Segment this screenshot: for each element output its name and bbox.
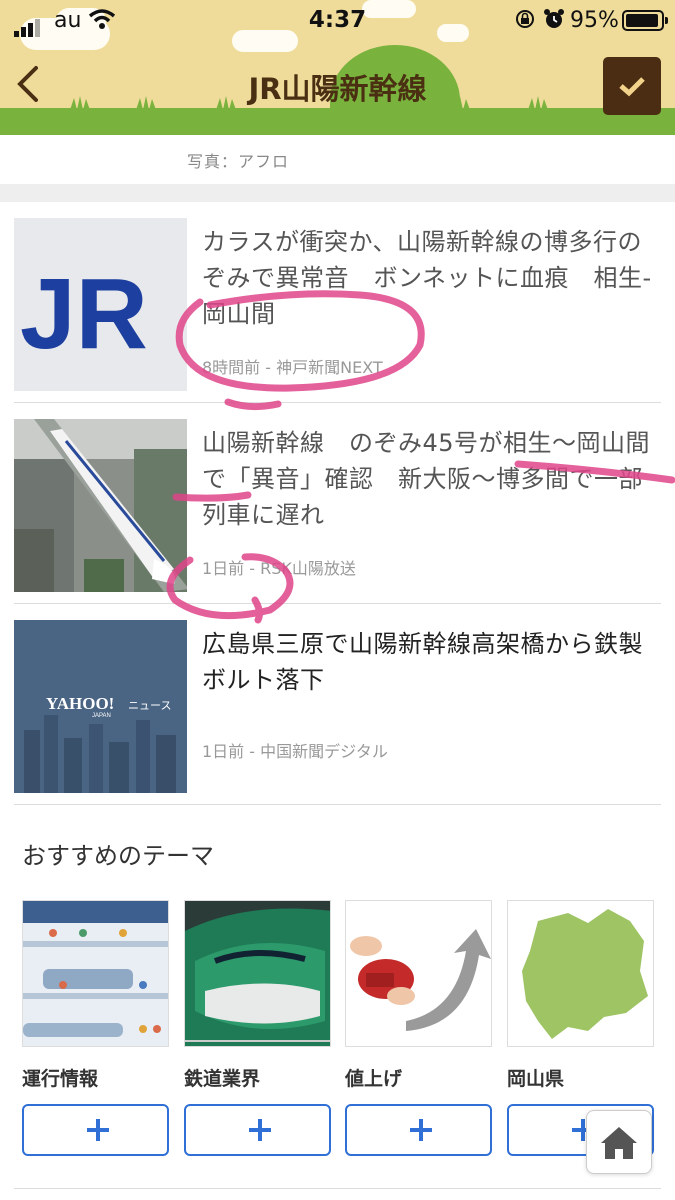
theme-name: 鉄道業界	[184, 1068, 261, 1090]
news-thumbnail-shinkansen	[14, 419, 187, 592]
news-item[interactable]: JR カラスが衝突か、山陽新幹線の博多行のぞみで異常音 ボンネットに血痕 相生-…	[14, 202, 661, 403]
news-meta: 8時間前 - 神戸新聞NEXT	[202, 358, 383, 377]
news-headline[interactable]: カラスが衝突か、山陽新幹線の博多行のぞみで異常音 ボンネットに血痕 相生-岡山間	[202, 224, 662, 332]
theme-name: 運行情報	[22, 1068, 99, 1090]
theme-card[interactable]: 値上げ	[345, 900, 492, 1156]
news-headline[interactable]: 広島県三原で山陽新幹線高架橋から鉄製ボルト落下	[202, 626, 662, 698]
news-meta: 1日前 - RSK山陽放送	[202, 559, 356, 578]
grass-decoration	[0, 108, 675, 135]
battery-icon	[622, 10, 668, 31]
news-meta: 1日前 - 中国新聞デジタル	[202, 742, 388, 761]
news-source: 中国新聞デジタル	[260, 742, 388, 761]
theme-card[interactable]: 鉄道業界	[184, 900, 331, 1156]
home-icon	[601, 1127, 637, 1159]
app-header: au 4:37 95% JR山陽新幹線	[0, 0, 675, 135]
jr-logo: JR	[20, 258, 148, 370]
news-thumbnail-jr-logo: JR	[14, 218, 187, 391]
news-time: 8時間前	[202, 358, 261, 377]
yahoo-japan-logo: JAPAN	[92, 713, 111, 719]
follow-check-button[interactable]	[603, 57, 661, 115]
theme-name: 岡山県	[507, 1068, 565, 1090]
photo-credit: 写真：アフロ	[187, 152, 290, 171]
orientation-lock-icon	[516, 10, 534, 28]
news-item[interactable]: YAHOO! ニュース JAPAN 広島県三原で山陽新幹線高架橋から鉄製ボルト落…	[14, 604, 661, 805]
theme-image-travel	[22, 900, 169, 1047]
home-button[interactable]	[586, 1110, 652, 1174]
news-headline[interactable]: 山陽新幹線 のぞみ45号が相生〜岡山間で「異音」確認 新大阪〜博多間で一部列車に…	[202, 425, 662, 533]
news-source: RSK山陽放送	[260, 559, 356, 578]
theme-image-shinkansen	[184, 900, 331, 1047]
theme-image-okayama-map	[507, 900, 654, 1047]
news-item[interactable]: 山陽新幹線 のぞみ45号が相生〜岡山間で「異音」確認 新大阪〜博多間で一部列車に…	[14, 403, 661, 604]
page-title: JR山陽新幹線	[248, 72, 427, 106]
news-time: 1日前	[202, 742, 245, 761]
news-time: 1日前	[202, 559, 245, 578]
news-source: 神戸新聞NEXT	[276, 358, 383, 377]
theme-card[interactable]: 岡山県	[507, 900, 654, 1156]
theme-name: 値上げ	[345, 1068, 403, 1090]
add-theme-button[interactable]	[22, 1104, 169, 1156]
bottom-divider	[14, 1188, 661, 1189]
theme-image-price-rise	[345, 900, 492, 1047]
yahoo-logo: YAHOO!	[46, 694, 114, 713]
add-theme-button[interactable]	[345, 1104, 492, 1156]
section-divider	[0, 184, 675, 202]
check-icon	[619, 77, 645, 97]
news-thumbnail-yahoo-logo: YAHOO! ニュース JAPAN	[14, 620, 187, 793]
recommended-themes-title: おすすめのテーマ	[22, 842, 214, 870]
yahoo-news-logo: ニュース	[128, 700, 171, 712]
add-theme-button[interactable]	[184, 1104, 331, 1156]
alarm-icon	[544, 9, 564, 28]
status-bar: au 4:37 95%	[0, 0, 675, 40]
theme-card[interactable]: 運行情報	[22, 900, 169, 1156]
battery-percent: 95%	[570, 8, 619, 33]
